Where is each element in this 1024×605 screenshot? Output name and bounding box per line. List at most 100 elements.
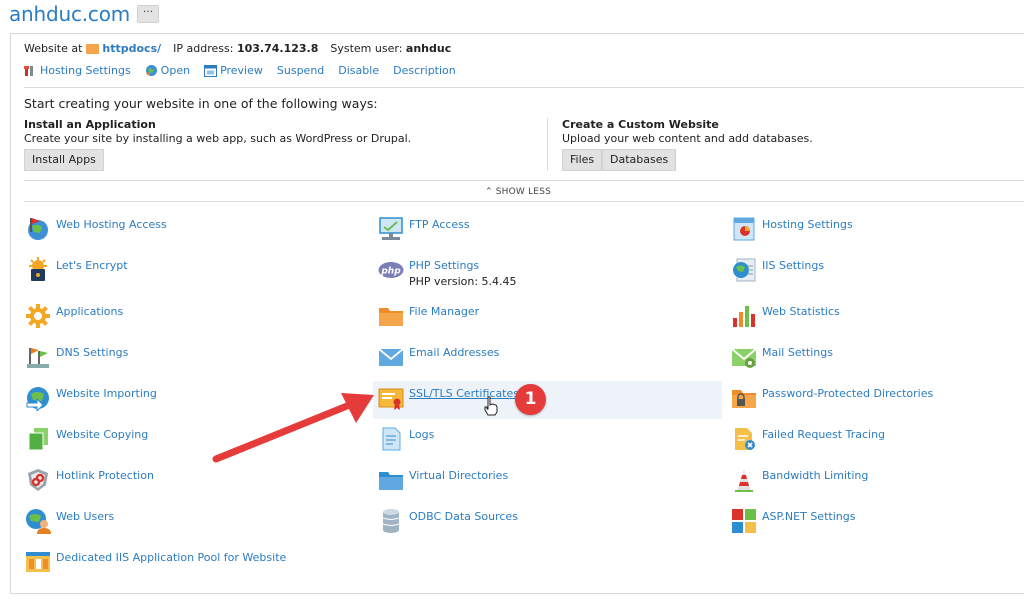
globe-settings-icon — [733, 258, 756, 282]
description-label: Description — [393, 64, 456, 77]
more-button[interactable]: ··· — [137, 5, 160, 23]
tool-web-users[interactable]: Web Users — [25, 509, 115, 544]
tool-dedicated-iis-pool[interactable]: Dedicated IIS Application Pool for Websi… — [25, 551, 286, 585]
install-app-title: Install an Application — [24, 118, 156, 131]
tool-label: Bandwidth Limiting — [762, 469, 869, 482]
php-version-text: PHP version: 5.4.45 — [409, 275, 517, 288]
preview-action[interactable]: Preview — [204, 64, 263, 77]
hand-cursor-icon — [484, 396, 498, 416]
tool-hosting-settings[interactable]: Hosting Settings — [731, 217, 853, 252]
httpdocs-link[interactable]: httpdocs/ — [102, 42, 161, 55]
tool-applications[interactable]: Applications — [25, 304, 123, 339]
chevron-up-icon: ⌃ — [484, 187, 493, 197]
step-badge: 1 — [515, 384, 546, 415]
tool-ftp-access[interactable]: FTP Access — [378, 217, 470, 252]
files-button[interactable]: Files — [562, 149, 603, 171]
disable-label: Disable — [338, 64, 380, 77]
mail-settings-icon — [731, 348, 757, 368]
tool-mail-settings[interactable]: Mail Settings — [731, 346, 833, 380]
folder-blue-icon — [379, 472, 403, 490]
hosting-settings-label: Hosting Settings — [40, 64, 131, 77]
preview-icon — [204, 64, 218, 77]
suspend-action[interactable]: Suspend — [277, 64, 324, 77]
tool-aspnet-settings[interactable]: ASP.NET Settings — [731, 509, 856, 544]
tool-label: Web Hosting Access — [56, 218, 167, 231]
action-bar: Hosting Settings Open Preview Suspend Di… — [24, 64, 470, 77]
divider — [24, 87, 1024, 88]
domain-panel: Website at httpdocs/ IP address: 103.74.… — [10, 33, 1024, 594]
database-icon — [382, 509, 400, 533]
tool-label: Web Users — [56, 510, 115, 523]
copy-pages-icon — [28, 428, 48, 451]
globe-arrow-icon — [26, 387, 49, 411]
tool-email-addresses[interactable]: Email Addresses — [378, 346, 499, 380]
tools-icon — [24, 65, 33, 76]
log-file-icon — [382, 427, 401, 451]
tool-hotlink-protection[interactable]: Hotlink Protection — [25, 469, 154, 503]
system-user-label: System user: — [330, 42, 403, 55]
ftp-monitor-icon — [379, 217, 403, 240]
folder-icon — [379, 308, 403, 326]
suspend-label: Suspend — [276, 64, 325, 77]
gear-icon — [26, 304, 50, 328]
ip-value: 103.74.123.8 — [236, 42, 319, 55]
tool-web-hosting-access[interactable]: Web Hosting Access — [25, 218, 167, 252]
column-divider — [547, 118, 548, 171]
system-user-value: anhduc — [405, 42, 452, 55]
failed-trace-icon — [735, 428, 755, 450]
dns-flags-icon — [27, 348, 49, 368]
ip-label: IP address: — [173, 42, 234, 55]
tool-lets-encrypt[interactable]: Let's Encrypt — [25, 257, 128, 293]
databases-button[interactable]: Databases — [602, 149, 677, 171]
start-heading: Start creating your website in one of th… — [24, 96, 378, 111]
custom-website-title: Create a Custom Website — [562, 118, 719, 131]
tool-password-protected-directories[interactable]: Password-Protected Directories — [731, 387, 933, 421]
tool-label: Failed Request Tracing — [762, 428, 886, 441]
tool-label: Logs — [409, 428, 435, 441]
tool-iis-settings[interactable]: IIS Settings — [731, 258, 824, 293]
globe-open-icon — [145, 65, 157, 76]
tool-label: PHP Settings — [409, 259, 480, 272]
open-action[interactable]: Open — [145, 64, 190, 77]
locked-folder-icon — [732, 390, 756, 408]
open-label: Open — [160, 64, 191, 77]
tool-label: FTP Access — [409, 218, 470, 231]
tool-label: DNS Settings — [56, 346, 129, 359]
tool-website-importing[interactable]: Website Importing — [25, 387, 157, 421]
tool-virtual-directories[interactable]: Virtual Directories — [378, 469, 508, 503]
description-action[interactable]: Description — [393, 64, 456, 77]
tool-label: Hosting Settings — [762, 218, 853, 231]
tool-website-copying[interactable]: Website Copying — [25, 428, 148, 462]
install-apps-button[interactable]: Install Apps — [24, 149, 104, 171]
show-less-toggle[interactable]: ⌃ SHOW LESS — [11, 187, 1024, 197]
tool-file-manager[interactable]: File Manager — [378, 305, 479, 339]
disable-action[interactable]: Disable — [338, 64, 379, 77]
tool-odbc-data-sources[interactable]: ODBC Data Sources — [378, 509, 518, 544]
website-at-label: Website at — [24, 42, 83, 55]
tool-label: SSL/TLS Certificates — [409, 387, 519, 400]
tool-label: Virtual Directories — [409, 469, 509, 482]
hosting-doc-icon — [733, 217, 755, 241]
tool-failed-request-tracing[interactable]: Failed Request Tracing — [731, 428, 885, 462]
app-pool-icon — [26, 552, 50, 572]
tool-dns-settings[interactable]: DNS Settings — [25, 346, 128, 380]
tool-logs[interactable]: Logs — [378, 427, 435, 462]
divider — [24, 180, 1024, 181]
tool-web-statistics[interactable]: Web Statistics — [731, 305, 840, 339]
bar-chart-icon — [733, 306, 755, 327]
tool-label: Hotlink Protection — [56, 469, 154, 482]
website-info: Website at httpdocs/ IP address: 103.74.… — [24, 42, 451, 55]
globe-flag-icon — [28, 218, 48, 240]
svg-text:php: php — [380, 267, 401, 277]
install-app-desc: Create your site by installing a web app… — [24, 132, 412, 145]
tool-bandwidth-limiting[interactable]: Bandwidth Limiting — [731, 469, 868, 503]
php-icon: php — [378, 262, 404, 278]
hosting-settings-action[interactable]: Hosting Settings — [24, 64, 131, 77]
domain-title[interactable]: anhduc.com — [9, 2, 130, 26]
tool-label: ASP.NET Settings — [762, 510, 856, 523]
tool-label: Password-Protected Directories — [762, 387, 934, 400]
domain-header: anhduc.com ··· — [9, 1, 160, 27]
tool-label: Let's Encrypt — [56, 259, 128, 272]
tool-php-settings[interactable]: php PHP Settings PHP version: 5.4.45 — [378, 259, 517, 293]
envelope-icon — [378, 348, 404, 366]
